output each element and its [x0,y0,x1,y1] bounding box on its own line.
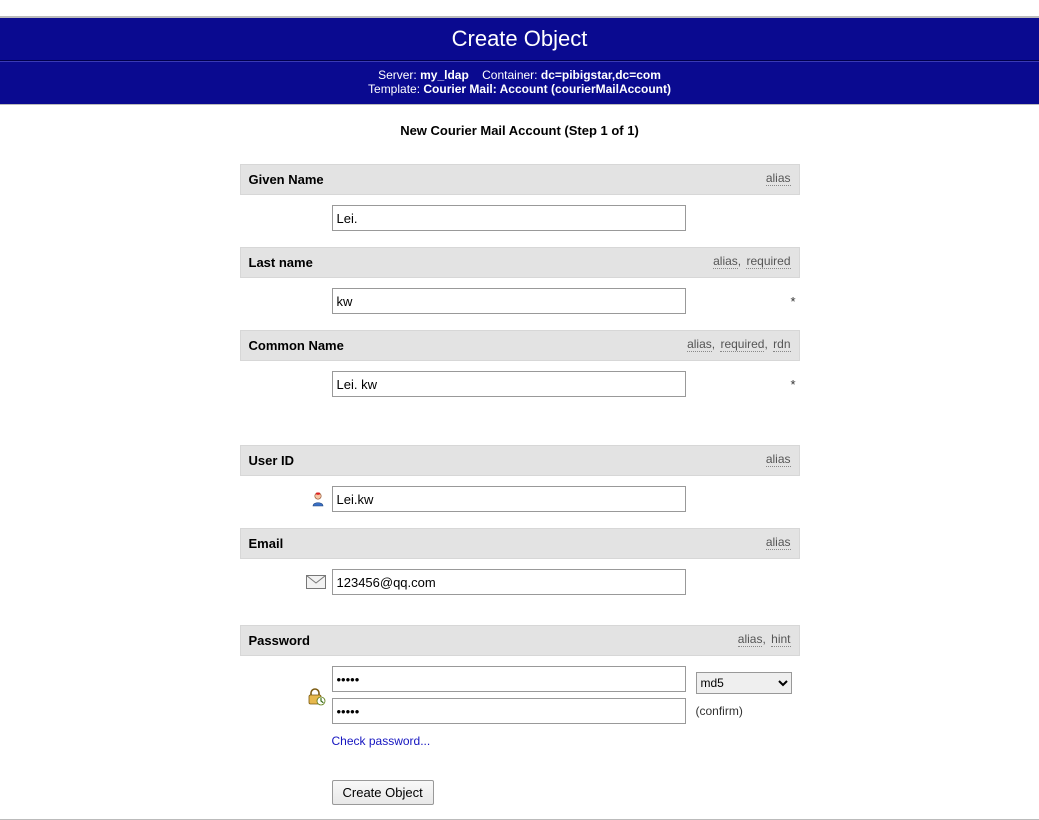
container-value: dc=pibigstar,dc=com [541,68,661,82]
password-header: Password alias, hint [240,625,800,656]
email-input[interactable] [332,569,686,595]
last-name-label: Last name [249,255,313,270]
tag-required: required [720,337,764,352]
context-info-bar: Server: my_ldap Container: dc=pibigstar,… [0,61,1039,105]
container-label: Container: [482,68,537,82]
user-id-input[interactable] [332,486,686,512]
required-asterisk: * [790,377,795,392]
tag-alias: alias [738,632,763,647]
tag-alias: alias [766,535,791,550]
common-name-label: Common Name [249,338,344,353]
tag-alias: alias [713,254,738,269]
tag-required: required [746,254,790,269]
password-tags: alias, hint [736,632,791,646]
user-id-tags: alias [764,452,791,466]
create-object-button[interactable]: Create Object [332,780,434,805]
password-input[interactable] [332,666,686,692]
template-value: Courier Mail: Account (courierMailAccoun… [423,82,671,96]
email-tags: alias [764,535,791,549]
tag-rdn: rdn [773,337,790,352]
last-name-header: Last name alias, required [240,247,800,278]
tag-alias: alias [766,452,791,467]
page-title: Create Object [0,18,1039,61]
common-name-input[interactable] [332,371,686,397]
last-name-input[interactable] [332,288,686,314]
password-label: Password [249,633,310,648]
given-name-label: Given Name [249,172,324,187]
given-name-header: Given Name alias [240,164,800,195]
last-name-tags: alias, required [711,254,790,268]
common-name-header: Common Name alias, required, rdn [240,330,800,361]
server-label: Server: [378,68,417,82]
server-value: my_ldap [420,68,469,82]
email-header: Email alias [240,528,800,559]
tag-hint: hint [771,632,790,647]
form-subtitle: New Courier Mail Account (Step 1 of 1) [0,105,1039,150]
create-object-form: Given Name alias Last name alias, requir… [240,164,800,805]
lock-icon [306,686,326,706]
confirm-label: (confirm) [696,704,743,718]
required-asterisk: * [790,294,795,309]
user-icon [310,491,326,507]
password-confirm-input[interactable] [332,698,686,724]
given-name-tags: alias [764,171,791,185]
user-id-label: User ID [249,453,295,468]
tag-alias: alias [766,171,791,186]
email-label: Email [249,536,284,551]
common-name-tags: alias, required, rdn [685,337,790,351]
user-id-header: User ID alias [240,445,800,476]
tag-alias: alias [687,337,712,352]
given-name-input[interactable] [332,205,686,231]
template-label: Template: [368,82,420,96]
mail-icon [306,575,326,589]
password-hash-select[interactable]: md5shasshacryptclear [696,672,792,694]
check-password-link[interactable]: Check password... [332,734,431,748]
